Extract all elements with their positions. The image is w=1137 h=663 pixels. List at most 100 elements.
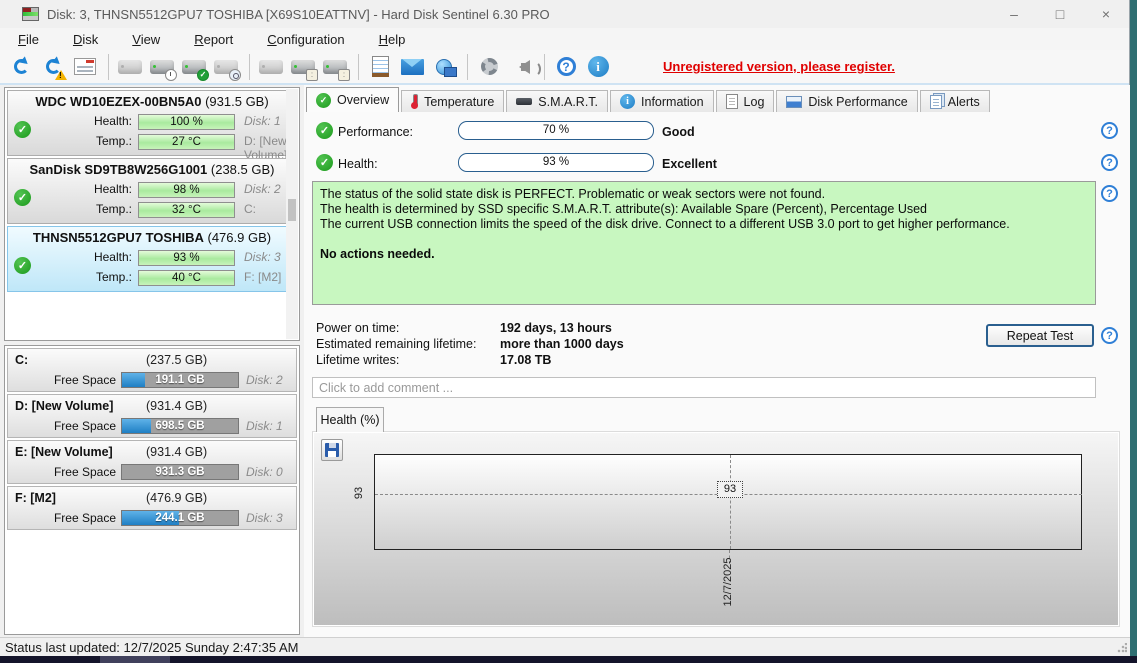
settings-gear-icon[interactable] [474, 53, 504, 81]
partition-entry-c[interactable]: C: (237.5 GB) Free Space 191.1 GB Disk: … [7, 348, 297, 392]
repeat-test-button[interactable]: Repeat Test [986, 324, 1094, 347]
poweron-label: Power on time: [316, 321, 496, 335]
refresh-warning-icon[interactable] [38, 53, 68, 81]
mail-icon[interactable] [397, 53, 427, 81]
partition-entry-e[interactable]: E: [New Volume] (931.4 GB) Free Space 93… [7, 440, 297, 484]
maximize-button[interactable]: □ [1037, 0, 1083, 28]
disk-list-scrollbar[interactable] [286, 89, 298, 339]
health-meter: 93 % [458, 153, 654, 172]
lifetime-value: more than 1000 days [500, 337, 624, 351]
disk-scan-icon[interactable] [211, 53, 241, 81]
free-space-bar: 931.3 GB [121, 464, 239, 480]
disk-entry-sandisk[interactable]: SanDisk SD9TB8W256G1001 (238.5 GB) Healt… [7, 158, 297, 224]
free-space-bar: 698.5 GB [121, 418, 239, 434]
free-space-label: Free Space [28, 373, 116, 387]
disk-insert-icon[interactable] [320, 53, 350, 81]
free-space-value: 698.5 GB [122, 419, 238, 434]
status-bar: Status last updated: 12/7/2025 Sunday 2:… [0, 637, 1130, 656]
health-rating: Excellent [662, 157, 717, 171]
disk-entry-wdc[interactable]: WDC WD10EZEX-00BN5A0 (931.5 GB) Health: … [7, 90, 297, 156]
partition-entry-f[interactable]: F: [M2] (476.9 GB) Free Space 244.1 GB D… [7, 486, 297, 530]
tab-disk-performance[interactable]: Disk Performance [776, 90, 917, 112]
partition-disk: Disk: 0 [246, 465, 283, 479]
performance-rating: Good [662, 125, 695, 139]
sound-icon[interactable] [506, 53, 536, 81]
disk-size: (931.5 GB) [205, 94, 269, 109]
disk-number: Disk: 2 [244, 182, 281, 196]
performance-value: 70 % [459, 124, 653, 136]
comment-input[interactable] [312, 377, 1096, 398]
temp-bar: 32 °C [138, 202, 235, 218]
free-space-value: 191.1 GB [122, 373, 238, 388]
disk-gray-icon[interactable] [256, 53, 286, 81]
performance-meter: 70 % [458, 121, 654, 140]
disk-number: Disk: 3 [244, 250, 281, 264]
partition-disk: Disk: 3 [246, 511, 283, 525]
disk-accept-icon[interactable] [179, 53, 209, 81]
sidebar: WDC WD10EZEX-00BN5A0 (931.5 GB) Health: … [0, 85, 303, 637]
status-bar-text: Status last updated: 12/7/2025 Sunday 2:… [5, 640, 298, 655]
menu-view[interactable]: View [122, 30, 170, 49]
performance-help-icon[interactable]: ? [1101, 122, 1118, 139]
free-space-bar: 244.1 GB [121, 510, 239, 526]
health-value: 93 % [459, 156, 653, 168]
refresh-icon[interactable] [6, 53, 36, 81]
close-button[interactable]: × [1083, 0, 1129, 28]
free-space-label: Free Space [28, 511, 116, 525]
temp-bar: 27 °C [138, 134, 235, 150]
toolbar-separator [544, 54, 545, 80]
free-space-label: Free Space [28, 465, 116, 479]
disk-number: Disk: 1 [244, 114, 281, 128]
status-line: The current USB connection limits the sp… [320, 217, 1088, 232]
disk-volume: C: [244, 202, 256, 216]
menu-file[interactable]: File [8, 30, 49, 49]
free-space-label: Free Space [28, 419, 116, 433]
chart-tab-health[interactable]: Health (%) [316, 407, 384, 432]
network-icon[interactable] [429, 53, 459, 81]
minimize-button[interactable]: – [991, 0, 1037, 28]
help-icon[interactable]: ? [551, 53, 581, 81]
disk-entry-toshiba-selected[interactable]: THNSN5512GPU7 TOSHIBA (476.9 GB) Health:… [7, 226, 297, 292]
chart-point-label: 93 [717, 481, 743, 498]
health-bar: 98 % [138, 182, 235, 198]
health-chart-plot: 93 93 [374, 454, 1082, 550]
save-chart-button[interactable] [321, 439, 343, 461]
unregistered-link[interactable]: Unregistered version, please register. [663, 59, 895, 74]
information-icon: i [620, 94, 635, 109]
repeat-test-help-icon[interactable]: ? [1101, 327, 1118, 344]
info-icon[interactable]: i [583, 53, 613, 81]
status-line: The health is determined by SSD specific… [320, 202, 1088, 217]
disk-schedule-icon[interactable] [147, 53, 177, 81]
status-line: The status of the solid state disk is PE… [320, 187, 1088, 202]
menu-configuration[interactable]: Configuration [257, 30, 354, 49]
report-icon[interactable] [70, 53, 100, 81]
tab-overview[interactable]: Overview [306, 87, 399, 112]
window-title: Disk: 3, THNSN5512GPU7 TOSHIBA [X69S10EA… [47, 7, 550, 22]
writes-label: Lifetime writes: [316, 353, 496, 367]
disk-offline-icon[interactable] [115, 53, 145, 81]
toolbar-separator [108, 54, 109, 80]
status-help-icon[interactable]: ? [1101, 185, 1118, 202]
chart-x-label: 12/7/2025 [722, 552, 736, 612]
resize-grip[interactable] [1117, 643, 1127, 653]
partition-list-panel: C: (237.5 GB) Free Space 191.1 GB Disk: … [4, 345, 300, 635]
partition-disk: Disk: 1 [246, 419, 283, 433]
menu-disk[interactable]: Disk [63, 30, 108, 49]
tab-temperature[interactable]: Temperature [401, 90, 504, 112]
notes-icon[interactable] [365, 53, 395, 81]
health-help-icon[interactable]: ? [1101, 154, 1118, 171]
menu-help[interactable]: Help [369, 30, 416, 49]
menu-report[interactable]: Report [184, 30, 243, 49]
tab-information[interactable]: iInformation [610, 90, 714, 112]
chart-dashed-vline [730, 455, 731, 549]
tab-alerts[interactable]: Alerts [920, 90, 990, 112]
disk-eject-icon[interactable] [288, 53, 318, 81]
partition-name: E: [New Volume] [15, 445, 113, 459]
tab-strip: Overview Temperature S.M.A.R.T. iInforma… [306, 87, 1130, 112]
partition-entry-d[interactable]: D: [New Volume] (931.4 GB) Free Space 69… [7, 394, 297, 438]
performance-label: Performance: [338, 125, 413, 139]
tab-smart[interactable]: S.M.A.R.T. [506, 90, 608, 112]
free-space-bar: 191.1 GB [121, 372, 239, 388]
writes-value: 17.08 TB [500, 353, 551, 367]
tab-log[interactable]: Log [716, 90, 775, 112]
